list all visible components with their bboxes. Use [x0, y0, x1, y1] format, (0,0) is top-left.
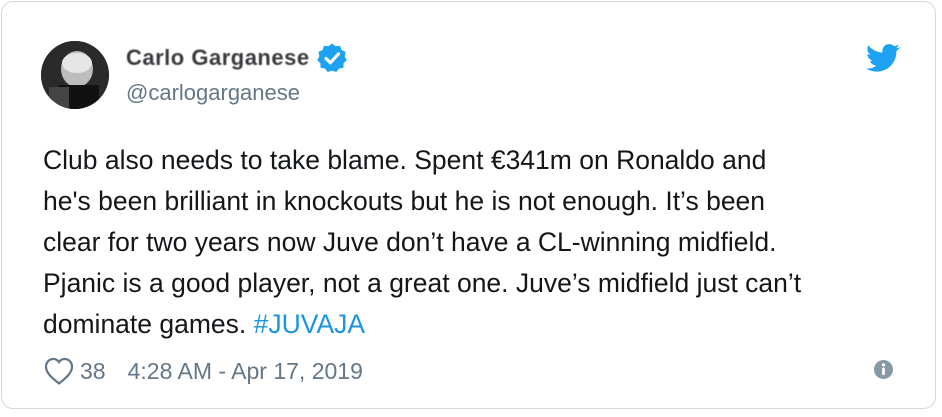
tweet-line-last: dominate games. #JUVAJA: [43, 304, 923, 345]
tweet-line: Club also needs to take blame. Spent €34…: [43, 145, 767, 175]
author-handle[interactable]: @carlogarganese: [126, 80, 300, 106]
tweet-body: Club also needs to take blame. Spent €34…: [43, 140, 923, 345]
twitter-bird-icon[interactable]: [866, 43, 900, 73]
avatar[interactable]: [41, 41, 109, 109]
hashtag-link[interactable]: #JUVAJA: [254, 309, 365, 339]
tweet-line: clear for two years now Juve don’t have …: [43, 227, 777, 257]
author-name-row[interactable]: Carlo Garganese: [126, 42, 348, 74]
info-icon[interactable]: [873, 359, 894, 380]
tweet-card: Carlo Garganese @carlogarganese Club als…: [1, 1, 936, 409]
tweet-timestamp[interactable]: 4:28 AM - Apr 17, 2019: [128, 358, 363, 385]
heart-icon[interactable]: [44, 357, 74, 385]
tweet-line: he's been brilliant in knockouts but he …: [43, 186, 766, 216]
avatar-photo: [41, 41, 109, 109]
like-count[interactable]: 38: [80, 358, 106, 385]
verified-badge-icon: [316, 43, 347, 72]
tweet-line-text: dominate games.: [43, 309, 254, 339]
tweet-footer: 38 4:28 AM - Apr 17, 2019: [44, 355, 363, 387]
author-display-name[interactable]: Carlo Garganese: [126, 45, 310, 71]
tweet-line: Pjanic is a good player, not a great one…: [43, 268, 802, 298]
